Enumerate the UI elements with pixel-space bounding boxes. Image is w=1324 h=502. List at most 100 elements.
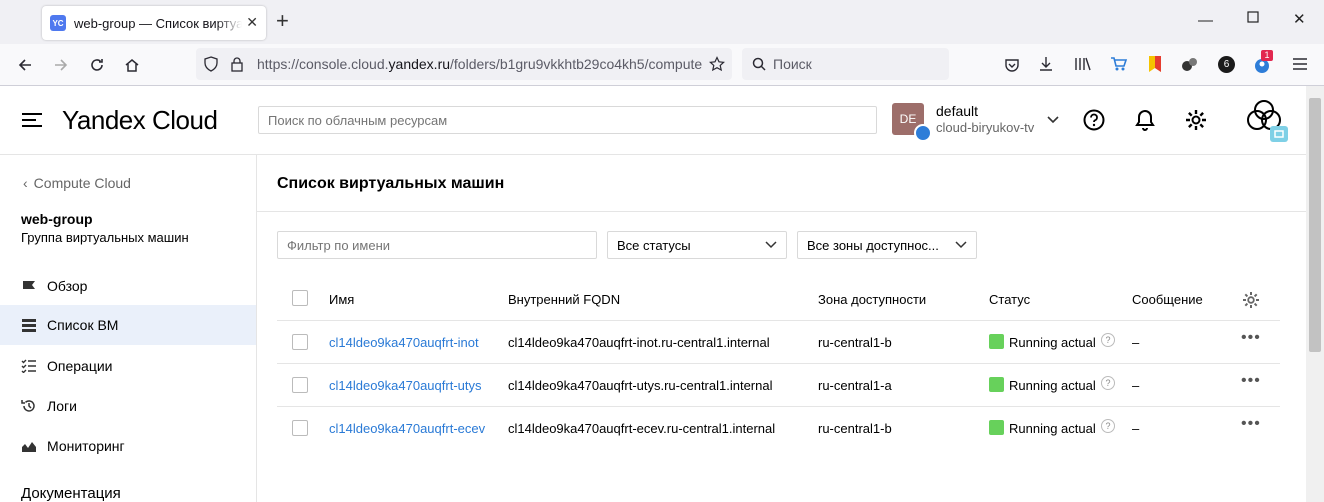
page-title: Список виртуальных машин	[277, 175, 505, 192]
shield-icon[interactable]	[203, 56, 219, 72]
column-header-status[interactable]: Статус	[989, 292, 1030, 307]
close-tab-icon[interactable]: ✕	[246, 14, 258, 31]
vm-fqdn: cl14ldeo9ka470auqfrt-inot.ru-central1.in…	[508, 335, 770, 350]
gear-icon[interactable]	[1184, 108, 1208, 132]
zone-select-value: Все зоны доступнос...	[807, 237, 939, 253]
row-checkbox[interactable]	[292, 377, 308, 393]
sidebar-item-overview[interactable]: Обзор	[0, 266, 256, 306]
checklist-icon	[20, 357, 38, 375]
logo[interactable]: Yandex Cloud	[62, 105, 218, 136]
name-filter-input[interactable]	[277, 231, 597, 259]
vm-name-link[interactable]: cl14ldeo9ka470auqfrt-ecev	[329, 421, 485, 436]
vm-zone: ru-central1-b	[818, 335, 892, 350]
sidebar-item-label: Обзор	[47, 278, 88, 294]
group-name: web-group	[21, 211, 93, 227]
minimize-icon[interactable]: —	[1198, 12, 1213, 29]
vm-zone: ru-central1-b	[818, 421, 892, 436]
vm-name-link[interactable]: cl14ldeo9ka470auqfrt-utys	[329, 378, 482, 393]
column-header-message[interactable]: Сообщение	[1132, 292, 1203, 307]
bell-icon[interactable]	[1133, 108, 1157, 132]
status-select[interactable]: Все статусы	[607, 231, 787, 259]
status-select-value: Все статусы	[617, 237, 691, 253]
zone-select[interactable]: Все зоны доступнос...	[797, 231, 977, 259]
sidebar-item-operations[interactable]: Операции	[0, 346, 256, 386]
notification-count-badge: 1	[1261, 50, 1273, 61]
browser-search-placeholder: Поиск	[773, 56, 812, 72]
row-actions-icon[interactable]: •••	[1241, 372, 1261, 390]
global-search-input[interactable]	[258, 106, 877, 134]
vm-name-link[interactable]: cl14ldeo9ka470auqfrt-inot	[329, 335, 479, 350]
profile-logo-icon[interactable]	[1244, 98, 1288, 144]
row-checkbox[interactable]	[292, 420, 308, 436]
status-indicator	[989, 420, 1004, 435]
browser-search[interactable]: Поиск	[742, 48, 949, 80]
extension-counter-icon[interactable]: 6	[1218, 56, 1235, 73]
docs-link[interactable]: Документация	[21, 485, 121, 502]
folder-name[interactable]: default	[936, 103, 978, 119]
extension-balls-icon[interactable]	[1181, 55, 1199, 73]
table-settings-gear-icon[interactable]	[1242, 291, 1260, 309]
chevron-left-icon: ‹	[23, 175, 28, 191]
chevron-down-icon[interactable]	[1046, 115, 1060, 125]
vm-message: –	[1132, 421, 1140, 436]
status-indicator	[989, 334, 1004, 349]
status-help-icon[interactable]: ?	[1101, 419, 1115, 433]
cart-icon[interactable]	[1110, 56, 1128, 72]
column-header-name[interactable]: Имя	[329, 292, 354, 307]
bookmark-extension-icon[interactable]	[1146, 55, 1164, 73]
group-subtitle: Группа виртуальных машин	[21, 230, 189, 245]
help-icon[interactable]	[1082, 108, 1106, 132]
chevron-down-icon	[765, 241, 777, 249]
cloud-name[interactable]: cloud-biryukov-tv	[936, 120, 1034, 135]
url-text: https://console.cloud.yandex.ru/folders/…	[257, 56, 702, 72]
home-icon[interactable]	[120, 53, 144, 77]
sidebar-item-vm-list[interactable]: Список ВМ	[0, 305, 256, 345]
flag-icon	[20, 277, 38, 295]
back-link[interactable]: ‹ Compute Cloud	[23, 175, 131, 191]
vm-message: –	[1132, 378, 1140, 393]
new-tab-icon[interactable]: +	[276, 10, 289, 32]
hamburger-menu-icon[interactable]	[21, 112, 43, 128]
vm-message: –	[1132, 335, 1140, 350]
lock-icon[interactable]	[230, 56, 244, 72]
maximize-icon[interactable]	[1247, 10, 1259, 27]
vm-fqdn: cl14ldeo9ka470auqfrt-ecev.ru-central1.in…	[508, 421, 776, 436]
row-divider	[277, 320, 1280, 321]
url-bar[interactable]: https://console.cloud.yandex.ru/folders/…	[196, 48, 732, 80]
row-actions-icon[interactable]: •••	[1241, 329, 1261, 347]
library-icon[interactable]	[1074, 56, 1092, 72]
back-icon[interactable]	[13, 53, 37, 77]
tab-title: web-group — Список виртуальных машин	[74, 15, 242, 31]
browser-tab[interactable]: YC web-group — Список виртуальных машин …	[42, 6, 266, 40]
cloud-icon	[914, 124, 932, 142]
sidebar-item-monitoring[interactable]: Мониторинг	[0, 426, 256, 466]
sidebar: ‹ Compute Cloud web-group Группа виртуаль…	[0, 155, 257, 502]
status-help-icon[interactable]: ?	[1101, 333, 1115, 347]
sidebar-item-label: Список ВМ	[47, 317, 119, 333]
row-divider	[277, 406, 1280, 407]
status-help-icon[interactable]: ?	[1101, 376, 1115, 390]
back-link-label: Compute Cloud	[33, 175, 131, 191]
row-checkbox[interactable]	[292, 334, 308, 350]
account-sync-icon[interactable]: 1	[1253, 50, 1273, 74]
history-icon	[20, 397, 38, 415]
scrollbar-thumb[interactable]	[1309, 98, 1321, 352]
column-header-zone[interactable]: Зона доступности	[818, 292, 926, 307]
download-icon[interactable]	[1038, 56, 1054, 72]
vm-status: Running actual	[1009, 421, 1096, 436]
select-all-checkbox[interactable]	[292, 290, 308, 306]
tab-favicon: YC	[50, 15, 66, 31]
vm-zone: ru-central1-a	[818, 378, 892, 393]
pocket-icon[interactable]	[1004, 57, 1020, 73]
forward-icon[interactable]	[49, 53, 73, 77]
reload-icon[interactable]	[85, 53, 109, 77]
vm-status: Running actual	[1009, 335, 1096, 350]
window-close-icon[interactable]: ✕	[1293, 10, 1306, 28]
sidebar-item-logs[interactable]: Логи	[0, 386, 256, 426]
menu-icon[interactable]	[1292, 57, 1308, 71]
column-header-fqdn[interactable]: Внутренний FQDN	[508, 292, 620, 307]
vm-status: Running actual	[1009, 378, 1096, 393]
bookmark-star-icon[interactable]	[709, 56, 725, 72]
row-actions-icon[interactable]: •••	[1241, 415, 1261, 433]
status-indicator	[989, 377, 1004, 392]
